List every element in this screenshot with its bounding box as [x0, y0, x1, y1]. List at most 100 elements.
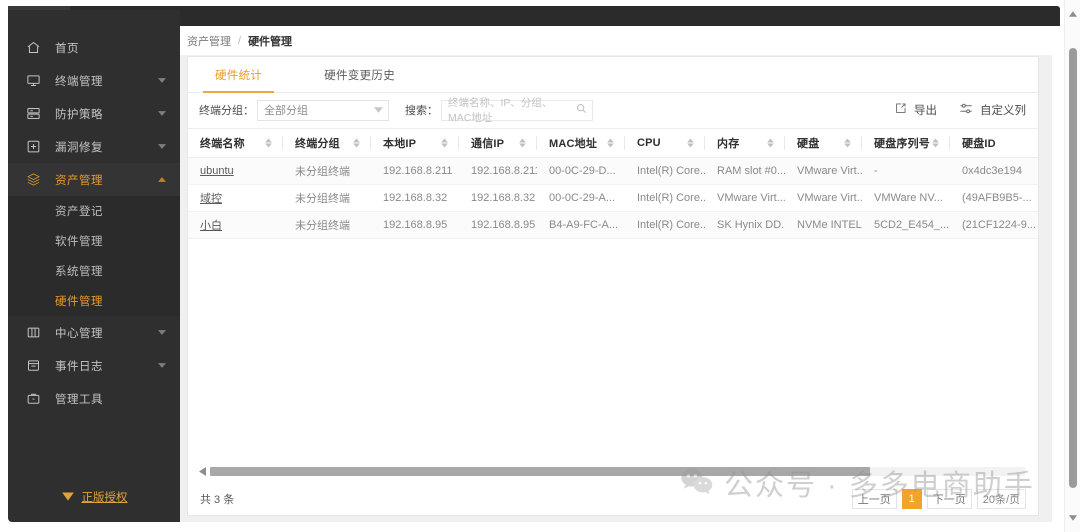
breadcrumb-current: 硬件管理	[248, 35, 293, 48]
cell-cpu: Intel(R) Core...	[625, 157, 705, 185]
cell-disk-serial: VMWare NV...	[862, 184, 950, 212]
table-row[interactable]: 小白 未分组终端 192.168.8.95 192.168.8.95 B4-A9…	[188, 211, 1038, 239]
chevron-down-icon	[157, 76, 166, 85]
column-label: MAC地址	[549, 138, 598, 150]
vertical-scrollbar-thumb[interactable]	[1069, 48, 1077, 488]
sidebar-item-label: 中心管理	[55, 327, 103, 340]
breadcrumb: 资产管理 / 硬件管理	[180, 26, 1052, 55]
column-header-terminal-name[interactable]: 终端名称	[188, 128, 283, 158]
cell-terminal-name: ubuntu	[188, 157, 283, 185]
sort-toggle-icon[interactable]	[441, 138, 448, 148]
sidebar-nav: 首页 终端管理 防护策略 漏洞修复 资产管理 资产登记 软件管理 系统管理 硬件…	[8, 10, 180, 522]
sidebar-item-home[interactable]: 首页	[8, 31, 180, 64]
sidebar-subitem-asset-register[interactable]: 资产登记	[8, 196, 180, 226]
next-page-button[interactable]: 下一页	[926, 489, 972, 509]
column-header-mac-address[interactable]: MAC地址	[537, 128, 625, 158]
search-icon[interactable]	[576, 103, 587, 117]
sidebar-subitem-hardware[interactable]: 硬件管理	[8, 286, 180, 316]
column-header-cpu[interactable]: CPU	[625, 128, 705, 158]
sidebar-subitem-system[interactable]: 系统管理	[8, 256, 180, 286]
breadcrumb-parent[interactable]: 资产管理	[187, 33, 231, 49]
sidebar-item-event-log[interactable]: 事件日志	[8, 349, 180, 382]
sidebar-subitem-software[interactable]: 软件管理	[8, 226, 180, 256]
table-row[interactable]: 域控 未分组终端 192.168.8.32 192.168.8.32 00-0C…	[188, 184, 1038, 212]
sort-toggle-icon[interactable]	[932, 138, 939, 148]
sort-toggle-icon[interactable]	[767, 138, 774, 148]
column-label: 硬盘	[797, 138, 820, 150]
terminal-name-link[interactable]: ubuntu	[200, 165, 234, 177]
sidebar-item-label: 首页	[55, 42, 79, 55]
cell-cpu: Intel(R) Core...	[625, 184, 705, 212]
sidebar-submenu-asset: 资产登记 软件管理 系统管理 硬件管理	[8, 196, 180, 316]
export-icon	[894, 102, 907, 118]
page-number-button[interactable]: 1	[901, 489, 922, 509]
application-window: 首页 终端管理 防护策略 漏洞修复 资产管理 资产登记 软件管理 系统管理 硬件…	[0, 0, 1080, 532]
scroll-down-icon[interactable]	[1065, 510, 1080, 526]
sidebar-item-center-management[interactable]: 中心管理	[8, 316, 180, 349]
search-input[interactable]: 终端名称、IP、分组、MAC地址	[441, 97, 593, 124]
export-label: 导出	[914, 105, 937, 117]
sidebar-item-vulnerability[interactable]: 漏洞修复	[8, 130, 180, 163]
column-header-disk[interactable]: 硬盘	[785, 128, 862, 158]
layers-icon	[25, 172, 41, 188]
tab-hardware-statistics[interactable]: 硬件统计	[202, 57, 275, 93]
sort-toggle-icon[interactable]	[687, 138, 694, 148]
sidebar-subitem-label: 软件管理	[55, 236, 103, 248]
sort-toggle-icon[interactable]	[519, 138, 526, 148]
column-header-local-ip[interactable]: 本地IP	[371, 128, 459, 158]
column-header-disk-serial[interactable]: 硬盘序列号	[862, 128, 950, 158]
column-header-terminal-group[interactable]: 终端分组	[283, 128, 371, 158]
sidebar-item-admin-tools[interactable]: 管理工具	[8, 382, 180, 415]
sidebar-item-label: 防护策略	[55, 108, 103, 121]
sort-toggle-icon[interactable]	[353, 138, 360, 148]
custom-columns-button[interactable]: 自定义列	[959, 102, 1026, 118]
horizontal-scrollbar[interactable]	[199, 465, 1025, 478]
license-label: 正版授权	[81, 492, 128, 504]
chevron-down-icon	[157, 109, 166, 118]
terminal-name-link[interactable]: 域控	[200, 193, 222, 205]
sidebar-item-protection[interactable]: 防护策略	[8, 97, 180, 130]
sort-toggle-icon[interactable]	[607, 138, 614, 148]
cell-comm-ip: 192.168.8.95	[459, 211, 537, 239]
table-footer: 共 3 条 上一页 1 下一页 20条/页	[188, 483, 1038, 515]
chevron-up-icon	[157, 175, 166, 184]
page-vertical-scrollbar[interactable]	[1064, 0, 1080, 532]
tab-hardware-change-history[interactable]: 硬件变更历史	[324, 57, 395, 92]
sidebar-item-asset-management[interactable]: 资产管理	[8, 163, 180, 196]
page-size-select[interactable]: 20条/页	[976, 489, 1026, 509]
total-count: 共 3 条	[200, 494, 235, 506]
license-badge[interactable]: 正版授权	[8, 489, 180, 505]
cell-disk-serial: -	[862, 157, 950, 185]
sidebar-item-label: 漏洞修复	[55, 141, 103, 154]
column-header-disk-id[interactable]: 硬盘ID	[950, 128, 1038, 158]
home-icon	[25, 40, 41, 56]
group-select-value: 全部分组	[264, 105, 308, 117]
scroll-left-icon[interactable]	[199, 463, 206, 481]
gem-icon	[61, 490, 75, 505]
scroll-up-icon[interactable]	[1065, 6, 1080, 22]
briefcase-icon	[25, 391, 41, 407]
scrollbar-track[interactable]	[210, 467, 1025, 476]
column-header-memory[interactable]: 内存	[705, 128, 785, 158]
sidebar-item-label: 管理工具	[55, 393, 103, 406]
table-row[interactable]: ubuntu 未分组终端 192.168.8.211 192.168.8.211…	[188, 157, 1038, 185]
export-button[interactable]: 导出	[894, 102, 937, 118]
sort-toggle-icon[interactable]	[844, 138, 851, 148]
cell-terminal-group: 未分组终端	[283, 184, 371, 212]
sidebar-item-label: 资产管理	[55, 174, 103, 187]
group-select[interactable]: 全部分组	[257, 99, 389, 121]
column-header-comm-ip[interactable]: 通信IP	[459, 128, 537, 158]
cell-terminal-group: 未分组终端	[283, 211, 371, 239]
scrollbar-thumb[interactable]	[210, 467, 871, 476]
terminal-name-link[interactable]: 小白	[200, 220, 222, 232]
cell-disk: NVMe INTEL...	[785, 211, 862, 239]
cell-disk: VMware Virt...	[785, 184, 862, 212]
sort-toggle-icon[interactable]	[265, 138, 272, 148]
sidebar-item-terminal[interactable]: 终端管理	[8, 64, 180, 97]
chevron-down-icon	[157, 328, 166, 337]
dashboard-icon	[25, 325, 41, 341]
cell-disk-id: (49AFB9B5-...	[950, 184, 1038, 212]
prev-page-button[interactable]: 上一页	[851, 489, 897, 509]
sidebar-subitem-label: 系统管理	[55, 266, 103, 278]
column-label: 本地IP	[383, 138, 417, 150]
